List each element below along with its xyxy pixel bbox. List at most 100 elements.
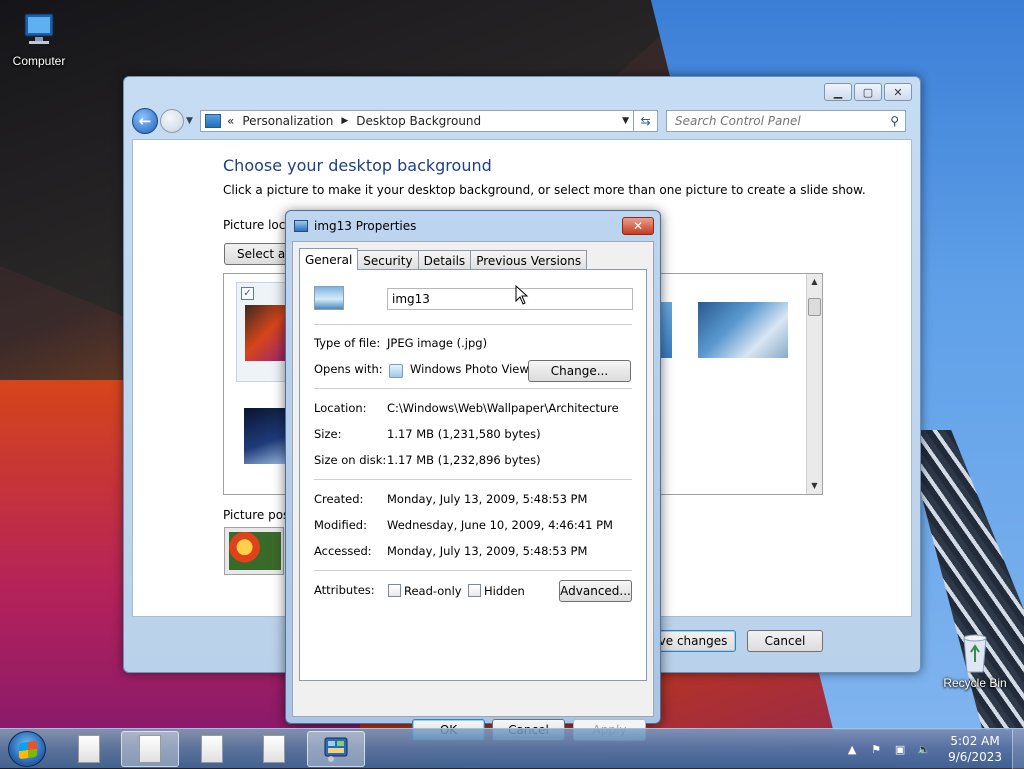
document-icon	[263, 735, 285, 763]
desktop-icon-computer[interactable]: Computer	[0, 10, 78, 68]
maximize-button[interactable]: ▢	[854, 83, 882, 101]
breadcrumb-desktop-background[interactable]: Desktop Background	[356, 114, 481, 128]
wallpaper-thumb[interactable]	[698, 302, 788, 358]
taskbar-item-document[interactable]	[183, 731, 241, 767]
tab-previous-versions[interactable]: Previous Versions	[470, 250, 588, 270]
control-panel-icon	[324, 737, 348, 762]
picture-position-dropdown[interactable]	[224, 527, 284, 575]
general-tab-panel: Type of file: JPEG image (.jpg) Opens wi…	[299, 269, 647, 681]
hidden-checkbox[interactable]	[468, 584, 481, 597]
wallpaper-image	[245, 305, 287, 361]
wallpaper-thumb[interactable]	[244, 408, 286, 464]
readonly-checkbox[interactable]	[388, 584, 401, 597]
change-button[interactable]: Change...	[528, 360, 631, 382]
scroll-up-icon[interactable]: ▲	[807, 274, 822, 290]
document-icon	[78, 735, 100, 763]
taskbar-item-document-active[interactable]	[121, 731, 179, 767]
volume-muted-icon[interactable]: 🔈	[916, 741, 932, 757]
divider	[314, 388, 632, 389]
scroll-thumb[interactable]	[808, 298, 821, 316]
dialog-title-bar: img13 Properties	[294, 219, 416, 233]
image-thumbnail-icon	[314, 286, 344, 310]
breadcrumb-prefix[interactable]: «	[227, 114, 234, 128]
recycle-bin-icon	[955, 632, 995, 673]
minimize-icon: ▁	[833, 85, 843, 99]
forward-button[interactable]	[160, 109, 184, 133]
tab-strip: General Security Details Previous Versio…	[299, 248, 588, 270]
maximize-icon: ▢	[862, 85, 874, 99]
accessed-value: Monday, July 13, 2009, 5:48:53 PM	[387, 544, 588, 558]
computer-icon	[19, 10, 59, 50]
search-icon[interactable]: ⚲	[890, 114, 899, 128]
image-file-icon	[294, 220, 308, 232]
breadcrumb-separator-icon[interactable]: ▶	[341, 116, 348, 126]
size-label: Size:	[314, 427, 342, 441]
hidden-label[interactable]: Hidden	[484, 584, 525, 598]
desktop-icon-label: Computer	[12, 54, 66, 68]
readonly-label[interactable]: Read-only	[404, 584, 462, 598]
modified-label: Modified:	[314, 518, 367, 532]
windows-logo-icon	[19, 740, 37, 760]
divider	[314, 324, 632, 325]
desktop-icon-recycle-bin[interactable]: Recycle Bin	[936, 632, 1014, 690]
wallpaper-checkbox[interactable]: ✓	[241, 287, 254, 300]
created-label: Created:	[314, 492, 364, 506]
size-value: 1.17 MB (1,231,580 bytes)	[387, 427, 541, 441]
window-controls: ▁ ▢ ✕	[824, 83, 912, 101]
back-arrow-icon: ←	[138, 112, 152, 130]
clock-time: 5:02 AM	[950, 734, 1000, 748]
type-of-file-value: JPEG image (.jpg)	[387, 336, 488, 350]
position-preview-image	[229, 532, 281, 570]
save-changes-button[interactable]: ve changes	[650, 630, 736, 652]
photo-viewer-icon	[389, 364, 403, 378]
network-icon[interactable]: ▣	[892, 741, 908, 757]
breadcrumb-personalization[interactable]: Personalization	[242, 114, 333, 128]
page-description: Click a picture to make it your desktop …	[223, 183, 866, 197]
wallpaper-thumb-selected[interactable]: ✓	[236, 282, 287, 382]
opens-with-value: Windows Photo Viewer	[410, 362, 541, 376]
size-on-disk-value: 1.17 MB (1,232,896 bytes)	[387, 453, 541, 467]
thumbnail-scrollbar[interactable]: ▲ ▼	[806, 274, 822, 494]
address-bar[interactable]: « Personalization ▶ Desktop Background ▼	[200, 110, 634, 132]
advanced-button[interactable]: Advanced...	[559, 580, 632, 602]
system-tray: ▲ ⚑ ▣ 🔈 5:02 AM 9/6/2023	[844, 729, 1016, 769]
search-input[interactable]	[673, 113, 891, 129]
tab-general[interactable]: General	[299, 248, 359, 270]
chevron-down-icon: ▼	[186, 116, 193, 126]
clock[interactable]: 5:02 AM 9/6/2023	[948, 733, 1002, 765]
tab-security[interactable]: Security	[357, 250, 419, 270]
opens-with-label: Opens with:	[314, 362, 383, 376]
action-center-flag-icon[interactable]: ⚑	[868, 741, 884, 757]
cancel-button[interactable]: Cancel	[747, 630, 823, 652]
location-value: C:\Windows\Web\Wallpaper\Architecture	[387, 401, 619, 415]
picture-location-label: Picture loca	[223, 218, 293, 232]
refresh-button[interactable]: ⇆	[634, 110, 658, 132]
created-value: Monday, July 13, 2009, 5:48:53 PM	[387, 492, 588, 506]
control-panel-icon	[205, 114, 221, 128]
accessed-label: Accessed:	[314, 544, 372, 558]
divider	[314, 479, 632, 480]
refresh-icon: ⇆	[640, 114, 651, 128]
taskbar-item-document[interactable]	[245, 731, 303, 767]
tab-details[interactable]: Details	[417, 250, 472, 270]
taskbar-item-document[interactable]	[60, 731, 118, 767]
desktop-icon-label: Recycle Bin	[943, 676, 1007, 690]
show-desktop-button[interactable]	[1012, 729, 1024, 769]
start-button[interactable]	[8, 731, 46, 767]
filename-input[interactable]	[387, 288, 633, 310]
address-dropdown-icon[interactable]: ▼	[622, 116, 629, 126]
close-button[interactable]: ✕	[884, 83, 912, 101]
clock-date: 9/6/2023	[948, 750, 1002, 764]
dialog-title: img13 Properties	[314, 219, 417, 233]
taskbar-item-control-panel[interactable]	[307, 731, 365, 767]
minimize-button[interactable]: ▁	[824, 83, 852, 101]
dialog-close-button[interactable]: ✕	[622, 217, 654, 235]
search-box[interactable]: ⚲	[666, 110, 906, 132]
attributes-label: Attributes:	[314, 583, 375, 597]
recent-pages-button[interactable]: ▼	[186, 116, 196, 126]
modified-value: Wednesday, June 10, 2009, 4:46:41 PM	[387, 518, 613, 532]
scroll-down-icon[interactable]: ▼	[807, 478, 822, 494]
location-label: Location:	[314, 401, 367, 415]
back-button[interactable]: ←	[132, 108, 158, 134]
show-hidden-icons-icon[interactable]: ▲	[844, 741, 860, 757]
